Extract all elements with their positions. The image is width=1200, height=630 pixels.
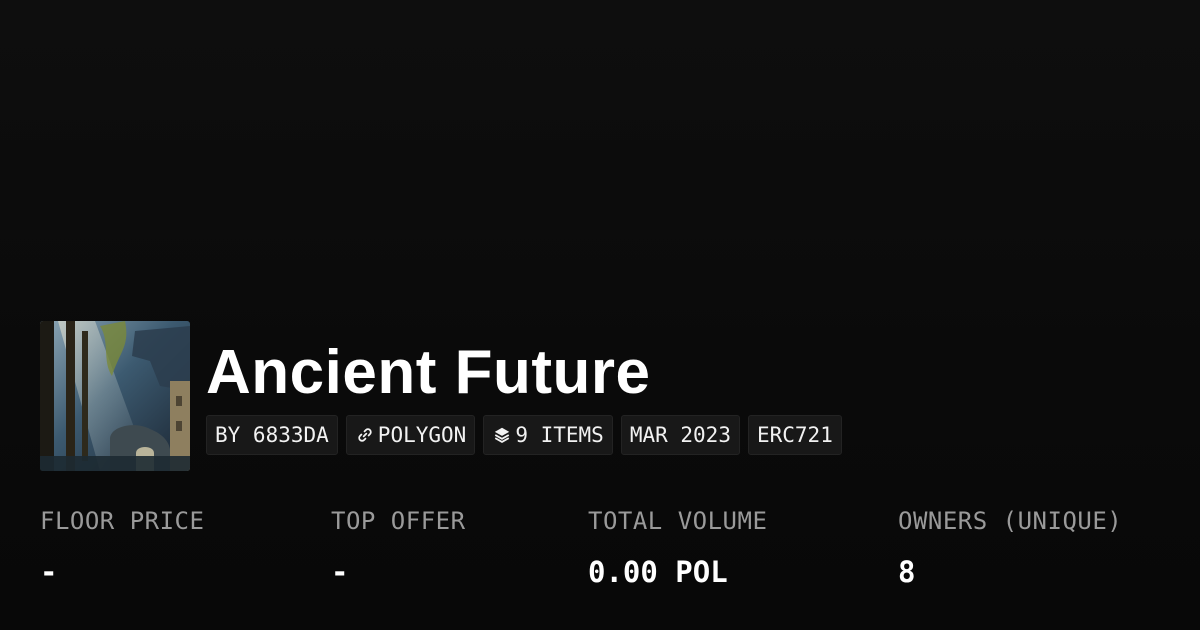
stat-top-offer: TOP OFFER -: [331, 502, 466, 592]
collection-card: Ancient Future BY 6833DA POLYGON 9 ITEMS…: [0, 0, 1200, 630]
standard-label: ERC721: [756, 423, 833, 447]
collection-thumbnail[interactable]: [40, 321, 190, 471]
collection-artwork-image: [40, 321, 190, 471]
items-label: 9 ITEMS: [515, 423, 604, 447]
stat-label: FLOOR PRICE: [40, 507, 205, 535]
collection-badges: BY 6833DA POLYGON 9 ITEMS MAR 2023 ERC72…: [206, 415, 842, 455]
standard-badge: ERC721: [747, 415, 842, 455]
stat-floor-price: FLOOR PRICE -: [40, 502, 204, 592]
stat-value: 8: [898, 555, 916, 589]
items-badge[interactable]: 9 ITEMS: [483, 415, 613, 455]
link-icon: [355, 425, 375, 445]
layers-icon: [492, 425, 512, 445]
stat-value: -: [331, 555, 349, 589]
date-label: MAR 2023: [629, 423, 731, 447]
chain-badge[interactable]: POLYGON: [345, 415, 476, 455]
stat-label: OWNERS (UNIQUE): [898, 507, 1123, 535]
stat-value: 0.00 POL: [588, 555, 728, 589]
creator-label: BY 6833DA: [215, 423, 329, 447]
date-badge: MAR 2023: [620, 415, 740, 455]
stat-label: TOP OFFER: [331, 507, 466, 535]
stat-owners: OWNERS (UNIQUE) 8: [898, 502, 1122, 592]
stat-label: TOTAL VOLUME: [588, 507, 768, 535]
collection-title: Ancient Future: [206, 338, 651, 407]
stat-value: -: [40, 555, 58, 589]
creator-badge[interactable]: BY 6833DA: [206, 415, 338, 455]
chain-label: POLYGON: [377, 423, 467, 447]
stat-total-volume: TOTAL VOLUME 0.00 POL: [588, 502, 767, 592]
